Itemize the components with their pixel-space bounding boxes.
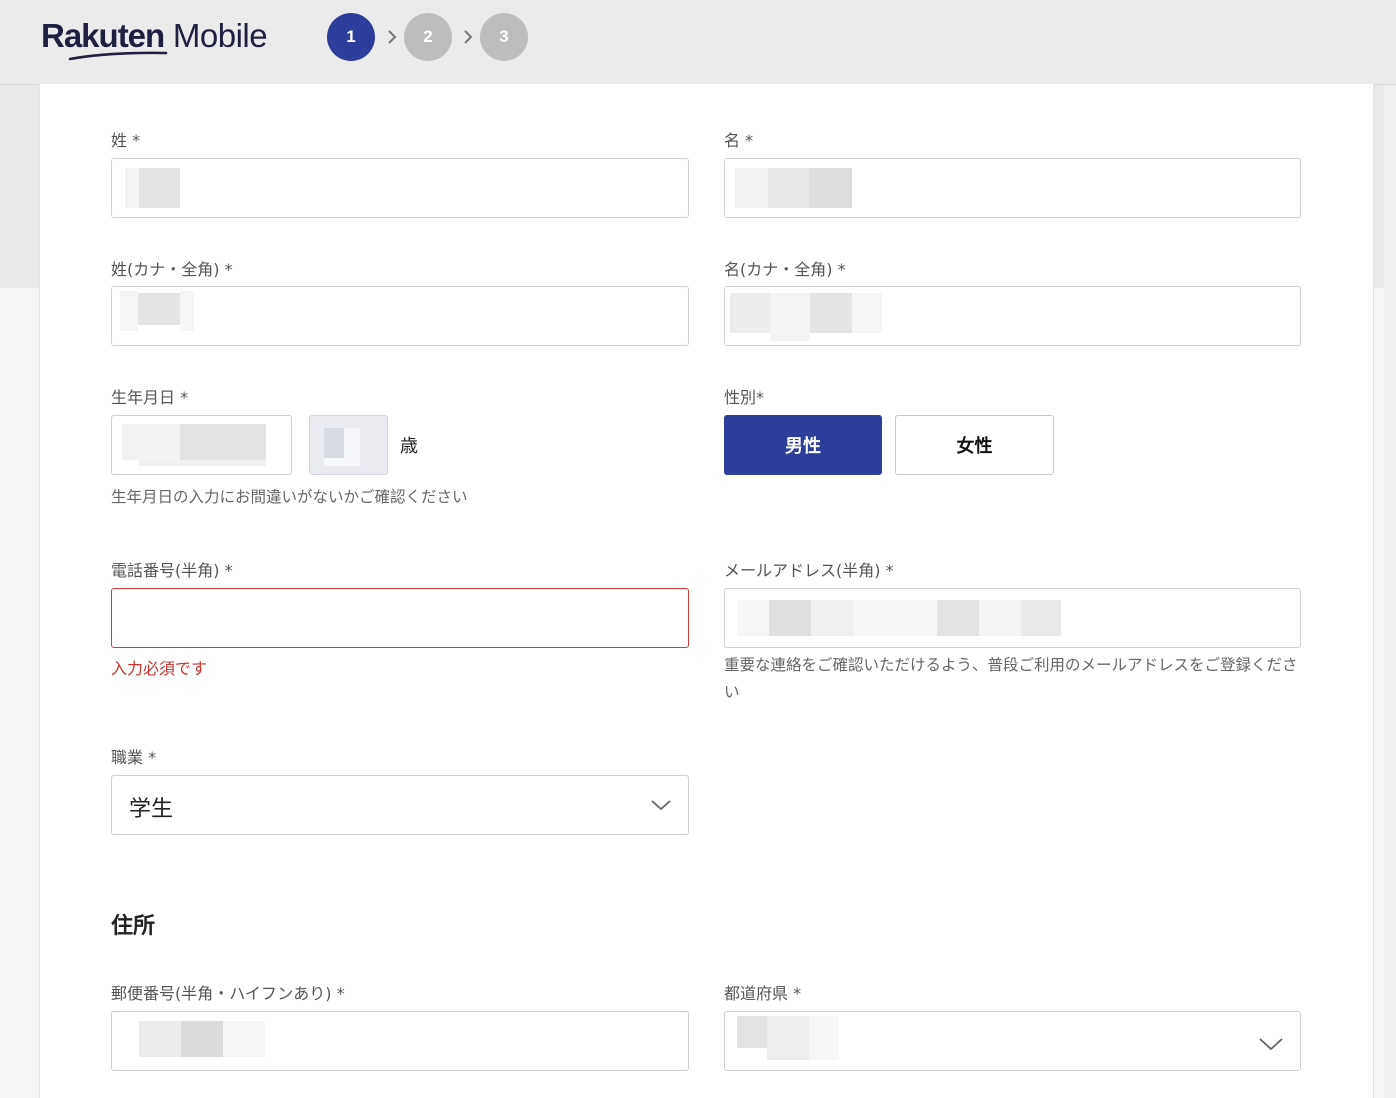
last-name-input[interactable] — [111, 158, 689, 218]
scrollbar[interactable] — [1384, 0, 1396, 1098]
first-name-label: 名 * — [724, 131, 754, 150]
email-label: メールアドレス(半角) * — [724, 561, 894, 580]
logo-brand-light: Mobile — [172, 17, 268, 54]
birthday-input[interactable] — [111, 415, 292, 475]
phone-input[interactable] — [111, 588, 689, 648]
chevron-right-icon — [464, 30, 473, 44]
address-section-title: 住所 — [111, 914, 156, 939]
gender-label: 性別* — [724, 388, 765, 407]
postal-code-input[interactable] — [111, 1011, 689, 1071]
first-name-input[interactable] — [724, 158, 1301, 218]
occupation-select[interactable]: 学生 — [111, 775, 689, 835]
chevron-down-icon — [651, 800, 671, 811]
phone-label: 電話番号(半角) * — [111, 561, 233, 580]
last-kana-label: 姓(カナ・全角) * — [111, 260, 233, 279]
email-hint: 重要な連絡をご確認いただけるよう、普段ご利用のメールアドレスをご登録ください — [724, 656, 1298, 701]
step-1-indicator: 1 — [327, 13, 375, 61]
first-kana-input[interactable] — [724, 286, 1301, 346]
age-unit-label: 歳 — [400, 436, 418, 457]
logo-brand-bold: Rakuten — [41, 17, 165, 54]
prefecture-select[interactable] — [724, 1011, 1301, 1071]
occupation-label: 職業 * — [111, 748, 157, 767]
prefecture-label: 都道府県 * — [724, 984, 802, 1003]
chevron-right-icon — [388, 30, 397, 44]
last-kana-input[interactable] — [111, 286, 689, 346]
gender-male-button[interactable]: 男性 — [724, 415, 882, 475]
header: Rakuten Mobile 1 2 3 — [0, 0, 1396, 85]
occupation-selected-value: 学生 — [129, 797, 174, 822]
gender-female-button[interactable]: 女性 — [895, 415, 1054, 475]
step-3-indicator: 3 — [480, 13, 528, 61]
birthday-label: 生年月日 * — [111, 388, 189, 407]
email-input[interactable] — [724, 588, 1301, 648]
first-kana-label: 名(カナ・全角) * — [724, 260, 846, 279]
chevron-down-icon — [1259, 1038, 1283, 1051]
postal-code-label: 郵便番号(半角・ハイフンあり) * — [111, 984, 345, 1003]
logo-swoosh-icon — [68, 51, 168, 61]
birthday-hint: 生年月日の入力にお間違いがないかご確認ください — [111, 488, 468, 506]
last-name-label: 姓 * — [111, 131, 141, 150]
age-display — [309, 415, 388, 475]
step-2-indicator: 2 — [404, 13, 452, 61]
phone-error-message: 入力必須です — [111, 659, 208, 678]
rakuten-mobile-logo[interactable]: Rakuten Mobile — [41, 14, 268, 61]
